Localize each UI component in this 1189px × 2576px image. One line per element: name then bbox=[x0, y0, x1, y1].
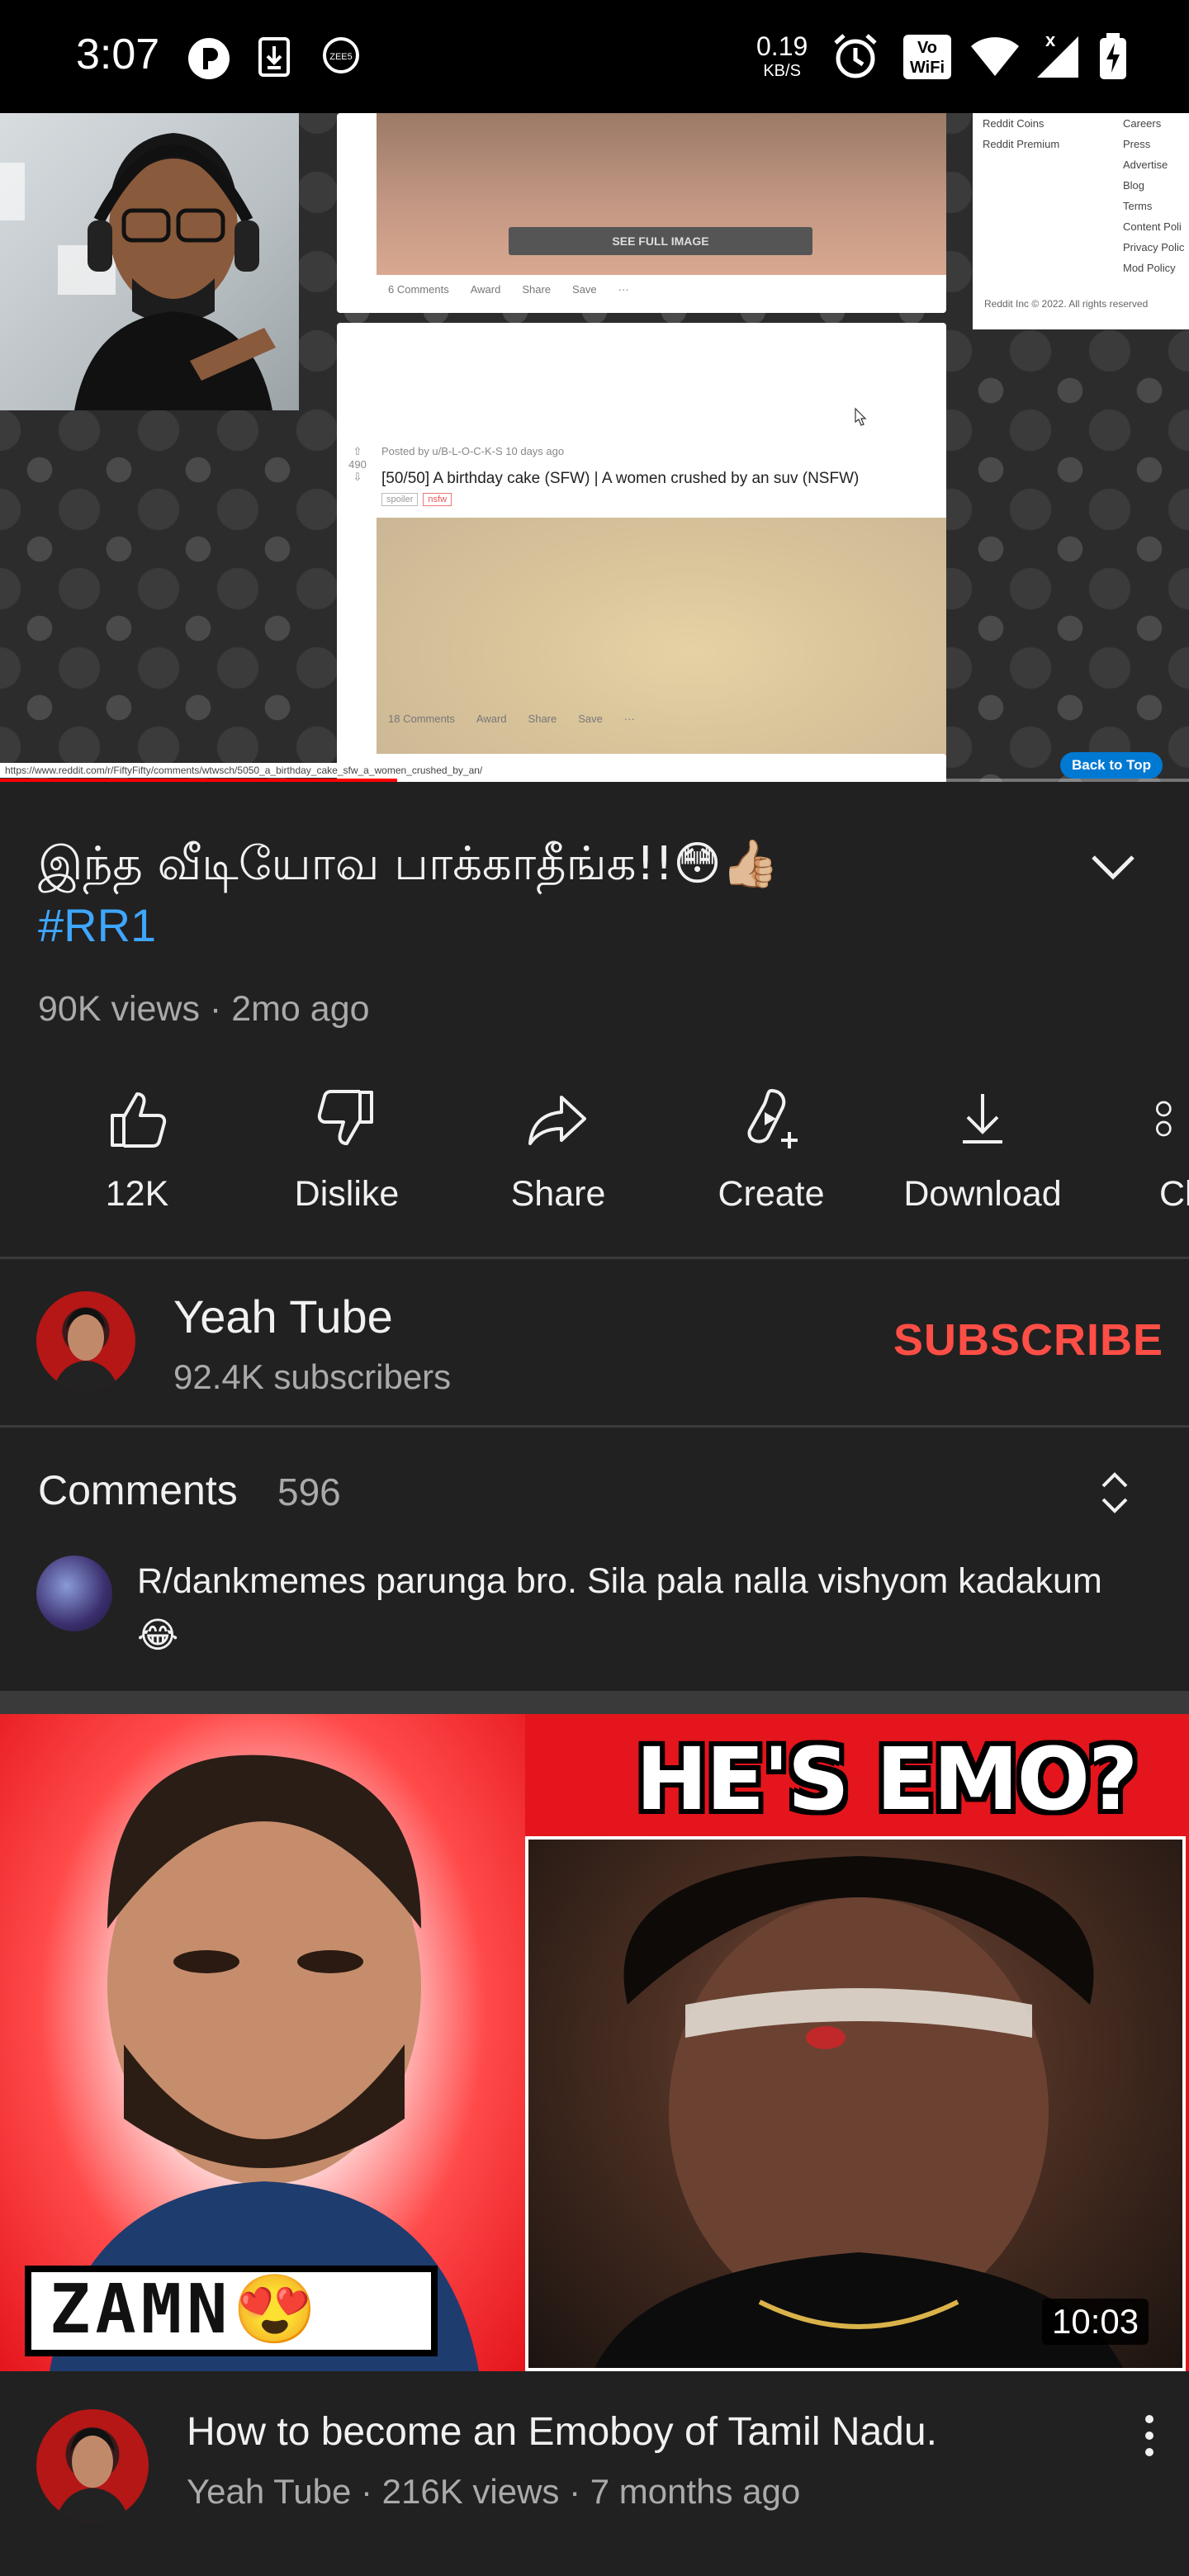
thumbnail-headline: HE'S EMO? bbox=[636, 1729, 1138, 1830]
expand-comments-icon[interactable] bbox=[1098, 1468, 1131, 1518]
recommended-video-title[interactable]: How to become an Emoboy of Tamil Nadu. bbox=[187, 2409, 1120, 2455]
thumbnail-right-panel bbox=[525, 1836, 1186, 2371]
share-icon bbox=[528, 1096, 586, 1145]
post-title: [50/50] A birthday cake (SFW) | A women … bbox=[381, 470, 860, 487]
commenter-avatar[interactable] bbox=[36, 1556, 112, 1631]
more-options-icon[interactable] bbox=[1139, 2411, 1159, 2460]
svg-text:Vo: Vo bbox=[917, 39, 937, 57]
signal-icon: x bbox=[1037, 30, 1078, 78]
dislike-button[interactable]: Dislike bbox=[241, 1073, 452, 1215]
dislike-icon bbox=[317, 1090, 373, 1145]
share-button[interactable]: Share bbox=[452, 1073, 664, 1215]
video-duration-badge: 10:03 bbox=[1042, 2299, 1149, 2345]
avatar-figure bbox=[53, 1308, 119, 1390]
create-button[interactable]: Create bbox=[666, 1073, 877, 1215]
avatar-figure bbox=[54, 2427, 130, 2522]
thumbnail-person-right bbox=[594, 1856, 1123, 2368]
alarm-icon bbox=[834, 34, 877, 78]
video-hashtag[interactable]: #RR1 bbox=[38, 899, 156, 951]
download-status-icon bbox=[258, 37, 290, 77]
channel-subscriber-count: 92.4K subscribers bbox=[173, 1357, 452, 1396]
webcam-overlay bbox=[0, 113, 299, 410]
svg-text:WiFi: WiFi bbox=[910, 59, 945, 77]
comments-count: 596 bbox=[277, 1470, 341, 1513]
video-actions-row: 12K Dislike Share Create Download Cl bbox=[0, 1073, 1189, 1230]
zee5-icon: ZEE5 bbox=[323, 37, 359, 73]
thumbnail-speech-bubble: ZAMN😍 bbox=[25, 2266, 438, 2356]
post-actions-1: 6 Comments Award Share Save ··· bbox=[388, 283, 629, 296]
clip-icon bbox=[1156, 1101, 1172, 1137]
like-icon bbox=[111, 1092, 167, 1148]
status-time: 3:07 bbox=[76, 31, 160, 78]
channel-name[interactable]: Yeah Tube bbox=[173, 1290, 393, 1343]
expand-description-chevron-icon[interactable] bbox=[1088, 850, 1138, 883]
url-status-strip: https://www.reddit.com/r/FiftyFifty/comm… bbox=[0, 763, 488, 778]
video-title-text: இந்த வீடியோவ பாக்காதீங்க!!😳👍🏼 bbox=[38, 837, 779, 891]
create-icon bbox=[747, 1088, 798, 1148]
back-to-top-button: Back to Top bbox=[1060, 752, 1163, 779]
reddit-sidebar-links: Reddit Coins Reddit Premium Careers Pres… bbox=[973, 113, 1189, 329]
video-title[interactable]: இந்த வீடியோவ பாக்காதீங்க!!😳👍🏼 #RR1 bbox=[38, 834, 1070, 957]
section-separator bbox=[0, 1691, 1189, 1714]
recommended-video-thumbnail[interactable]: HE'S EMO? ZAMN😍 bbox=[0, 1714, 1189, 2371]
svg-text:x: x bbox=[1045, 30, 1056, 50]
clip-button[interactable]: Cl bbox=[1088, 1073, 1189, 1215]
post-tags: spoiler nsfw bbox=[381, 493, 452, 506]
svg-text:ZEE5: ZEE5 bbox=[329, 52, 353, 62]
top-comment-text[interactable]: R/dankmemes parunga bro. Sila pala nalla… bbox=[137, 1554, 1153, 1663]
download-button[interactable]: Download bbox=[877, 1073, 1088, 1215]
blurred-image-2 bbox=[377, 518, 946, 782]
channel-avatar[interactable] bbox=[36, 1291, 135, 1390]
post-header: Posted by u/B-L-O-C-K-S 10 days ago bbox=[381, 445, 565, 457]
vowifi-icon: Vo WiFi bbox=[903, 35, 951, 79]
wifi-icon bbox=[971, 37, 1019, 76]
post-actions-2: 18 Comments Award Share Save ··· bbox=[388, 713, 635, 725]
divider bbox=[0, 1257, 1189, 1259]
comments-header[interactable]: Comments bbox=[38, 1466, 238, 1514]
recommended-video-meta: Yeah Tube · 216K views · 7 months ago bbox=[187, 2472, 801, 2511]
video-player[interactable]: SEE FULL IMAGE 6 Comments Award Share Sa… bbox=[0, 113, 1189, 782]
download-icon bbox=[963, 1094, 1002, 1144]
vote-count: ⇧ 490 ⇩ bbox=[348, 445, 367, 483]
network-speed: 0.19 KB/S bbox=[756, 31, 808, 80]
p-notification-icon bbox=[188, 38, 230, 79]
see-full-image-button: SEE FULL IMAGE bbox=[509, 227, 812, 255]
battery-charging-icon bbox=[1100, 33, 1126, 79]
subscribe-button[interactable]: SUBSCRIBE bbox=[893, 1314, 1163, 1366]
mouse-cursor-icon bbox=[855, 407, 867, 426]
like-button[interactable]: 12K bbox=[31, 1073, 243, 1215]
video-progress-bar[interactable] bbox=[0, 779, 1189, 782]
video-meta: 90K views · 2mo ago bbox=[38, 989, 370, 1029]
divider bbox=[0, 1425, 1189, 1428]
status-bar: 3:07 ZEE5 0.19 KB/S Vo WiFi x bbox=[0, 0, 1189, 113]
video-progress-fill bbox=[0, 779, 397, 782]
streamer-figure bbox=[0, 133, 276, 410]
recommended-channel-avatar[interactable] bbox=[36, 2409, 149, 2522]
